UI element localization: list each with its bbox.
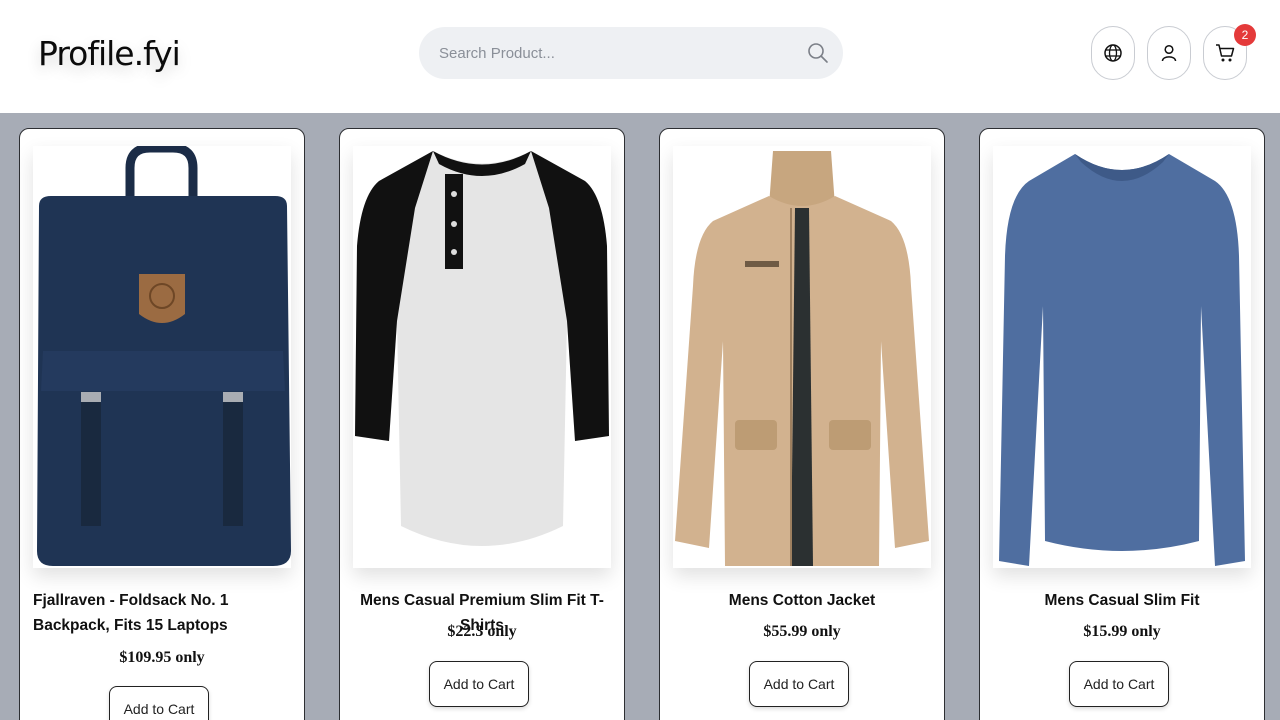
jacket-image [675,151,929,566]
add-to-cart-button[interactable]: Add to Cart [429,661,529,707]
search-input[interactable] [439,27,799,79]
globe-icon [1104,44,1122,62]
cart-icon [1216,44,1235,62]
product-image[interactable] [993,146,1251,568]
product-card: Mens Casual Premium Slim Fit T-Shirts $2… [339,128,625,720]
site-logo[interactable]: Profile.fyi [38,34,181,73]
product-price: $22.3 only [447,623,517,640]
product-title[interactable]: Mens Casual Slim Fit [980,588,1264,613]
add-to-cart-button[interactable]: Add to Cart [749,661,849,707]
cart-count-badge: 2 [1234,24,1256,46]
user-icon [1161,44,1177,62]
product-price: $15.99 only [1083,623,1161,640]
search-bar [419,27,843,79]
add-to-cart-button[interactable]: Add to Cart [1069,661,1169,707]
account-button[interactable] [1147,26,1191,80]
search-icon[interactable] [806,41,830,65]
tshirt-image [355,151,609,546]
product-card: Mens Cotton Jacket $55.99 only Add to Ca… [659,128,945,720]
product-price: $55.99 only [763,623,841,640]
product-image[interactable] [673,146,931,568]
product-image[interactable] [33,143,291,568]
language-button[interactable] [1091,26,1135,80]
product-title[interactable]: Mens Cotton Jacket [660,588,944,613]
product-title[interactable]: Fjallraven - Foldsack No. 1 Backpack, Fi… [20,588,304,638]
header: Profile.fyi 2 [0,0,1280,113]
product-card: Mens Casual Slim Fit $15.99 only Add to … [979,128,1265,720]
product-card: Fjallraven - Foldsack No. 1 Backpack, Fi… [19,128,305,720]
backpack-image [37,143,291,566]
longsleeve-image [999,154,1245,566]
product-image[interactable] [353,146,611,568]
product-price: $109.95 only [119,649,205,666]
add-to-cart-button[interactable]: Add to Cart [109,686,209,720]
